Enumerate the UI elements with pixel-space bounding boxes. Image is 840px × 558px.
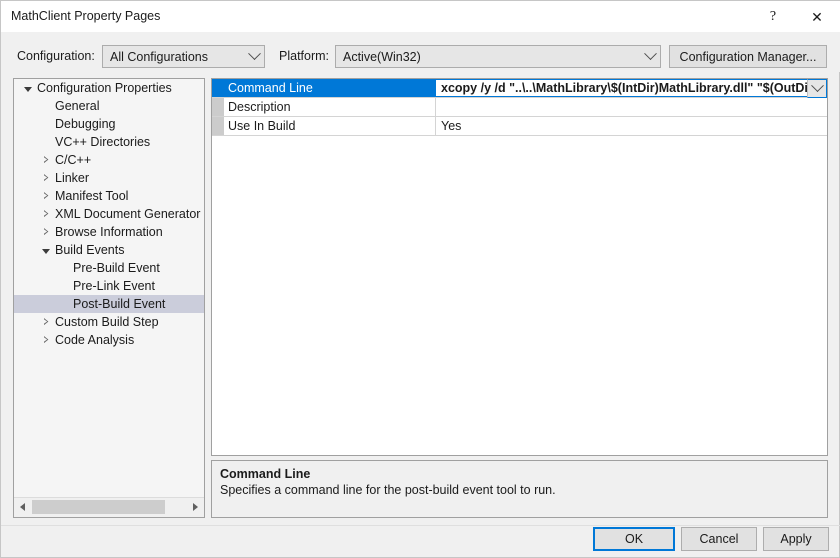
platform-combo[interactable]: Active(Win32) bbox=[335, 45, 661, 68]
scroll-thumb[interactable] bbox=[32, 500, 165, 514]
tree-item-pre-build-event[interactable]: Pre-Build Event bbox=[14, 259, 204, 277]
tree-item-vc-directories[interactable]: VC++ Directories bbox=[14, 133, 204, 151]
expander-open-icon[interactable] bbox=[38, 241, 54, 259]
tree-item-label: Post-Build Event bbox=[73, 297, 166, 311]
grid-row-name: Command Line bbox=[212, 79, 436, 97]
tree-item-label: C/C++ bbox=[55, 153, 92, 167]
tree-item-debugging[interactable]: Debugging bbox=[14, 115, 204, 133]
tree-item-c-c[interactable]: C/C++ bbox=[14, 151, 204, 169]
tree-item-manifest-tool[interactable]: Manifest Tool bbox=[14, 187, 204, 205]
tree-item-linker[interactable]: Linker bbox=[14, 169, 204, 187]
property-pages-dialog: MathClient Property Pages ? ✕ Configurat… bbox=[0, 0, 840, 558]
tree-item-build-events[interactable]: Build Events bbox=[14, 241, 204, 259]
tree-item-label: Code Analysis bbox=[55, 333, 135, 347]
expander-closed-icon[interactable] bbox=[38, 331, 54, 349]
property-grid[interactable]: Command Line xcopy /y /d "..\..\MathLibra… bbox=[211, 78, 828, 456]
title-bar: MathClient Property Pages ? ✕ bbox=[1, 1, 840, 32]
tree-item-label: Pre-Build Event bbox=[73, 261, 160, 275]
tree-item-general[interactable]: General bbox=[14, 97, 204, 115]
close-glyph: ✕ bbox=[811, 8, 823, 25]
grid-row-name: Description bbox=[212, 98, 436, 116]
description-title: Command Line bbox=[220, 467, 311, 481]
grid-row-name: Use In Build bbox=[212, 117, 436, 135]
grid-row[interactable]: Description bbox=[212, 98, 827, 117]
tree-item-label: Linker bbox=[55, 171, 90, 185]
configuration-combo-value: All Configurations bbox=[110, 49, 208, 64]
help-icon[interactable]: ? bbox=[751, 1, 795, 32]
platform-combo-value: Active(Win32) bbox=[343, 49, 421, 64]
configuration-manager-button[interactable]: Configuration Manager... bbox=[669, 45, 827, 68]
cancel-button[interactable]: Cancel bbox=[681, 527, 757, 551]
tree-item-pre-link-event[interactable]: Pre-Link Event bbox=[14, 277, 204, 295]
chevron-down-icon bbox=[244, 47, 264, 61]
expander-open-icon[interactable] bbox=[20, 79, 36, 97]
expander-closed-icon[interactable] bbox=[38, 205, 54, 223]
expander-closed-icon[interactable] bbox=[38, 223, 54, 241]
tree-item-xml-document-generator[interactable]: XML Document Generator bbox=[14, 205, 204, 223]
description-panel: Command Line Specifies a command line fo… bbox=[211, 460, 828, 518]
chevron-down-icon bbox=[640, 47, 660, 61]
description-text: Specifies a command line for the post-bu… bbox=[220, 483, 556, 497]
configuration-combo[interactable]: All Configurations bbox=[102, 45, 265, 68]
configuration-tree[interactable]: Configuration Properties General Debugging… bbox=[14, 79, 204, 497]
platform-label: Platform: bbox=[279, 49, 330, 63]
value-chevron-down-icon[interactable] bbox=[807, 79, 827, 98]
tree-item-code-analysis[interactable]: Code Analysis bbox=[14, 331, 204, 349]
tree-item-post-build-event[interactable]: Post-Build Event bbox=[14, 295, 204, 313]
expander-closed-icon[interactable] bbox=[38, 151, 54, 169]
tree-item-custom-build-step[interactable]: Custom Build Step bbox=[14, 313, 204, 331]
grid-rows: Command Line xcopy /y /d "..\..\MathLibra… bbox=[212, 79, 827, 136]
grid-row[interactable]: Use In Build Yes bbox=[212, 117, 827, 136]
scroll-left-icon[interactable] bbox=[14, 498, 31, 516]
tree-item-label: VC++ Directories bbox=[55, 135, 151, 149]
tree-item-browse-information[interactable]: Browse Information bbox=[14, 223, 204, 241]
tree-item-label: Configuration Properties bbox=[37, 81, 172, 95]
tree-item-label: Manifest Tool bbox=[55, 189, 129, 203]
tree-item-label: Debugging bbox=[55, 117, 116, 131]
ok-button[interactable]: OK bbox=[593, 527, 675, 551]
tree-item-label: Pre-Link Event bbox=[73, 279, 155, 293]
grid-row-value bbox=[436, 98, 827, 116]
window-title: MathClient Property Pages bbox=[11, 9, 161, 23]
configuration-label: Configuration: bbox=[17, 49, 95, 63]
tree-horizontal-scrollbar[interactable] bbox=[14, 497, 204, 517]
configuration-tree-panel: Configuration Properties General Debugging… bbox=[13, 78, 205, 518]
footer-divider bbox=[1, 525, 840, 526]
close-icon[interactable]: ✕ bbox=[795, 1, 839, 32]
scroll-right-icon[interactable] bbox=[187, 498, 204, 516]
help-glyph: ? bbox=[769, 8, 777, 24]
expander-closed-icon[interactable] bbox=[38, 187, 54, 205]
grid-row-value[interactable]: xcopy /y /d "..\..\MathLibrary\$(IntDir)… bbox=[436, 79, 827, 98]
tree-item-configuration-properties[interactable]: Configuration Properties bbox=[14, 79, 204, 97]
tree-item-label: XML Document Generator bbox=[55, 207, 201, 221]
grid-row-value: Yes bbox=[436, 117, 827, 135]
expander-closed-icon[interactable] bbox=[38, 169, 54, 187]
tree-item-label: Build Events bbox=[55, 243, 125, 257]
grid-row[interactable]: Command Line xcopy /y /d "..\..\MathLibra… bbox=[212, 79, 827, 98]
tree-item-label: General bbox=[55, 99, 100, 113]
apply-button[interactable]: Apply bbox=[763, 527, 829, 551]
tree-item-label: Custom Build Step bbox=[55, 315, 159, 329]
grid-row-value-text: xcopy /y /d "..\..\MathLibrary\$(IntDir)… bbox=[441, 81, 823, 95]
tree-item-label: Browse Information bbox=[55, 225, 163, 239]
expander-closed-icon[interactable] bbox=[38, 313, 54, 331]
grid-row-value-text: Yes bbox=[441, 119, 462, 133]
